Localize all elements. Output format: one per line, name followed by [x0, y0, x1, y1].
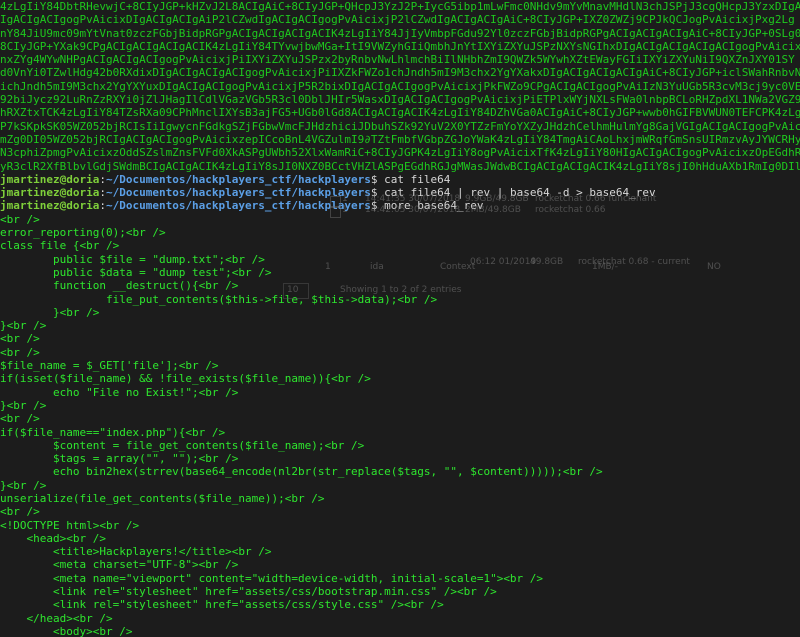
prompt-symbol: $ — [370, 186, 385, 200]
prompt-line: jmartinez@doria:~/Documentos/hackplayers… — [0, 186, 800, 199]
php-line: public $file = "dump.txt";<br /> — [0, 252, 265, 266]
php-line: error_reporting(0);<br /> — [0, 226, 166, 240]
php-line: <meta charset="UTF-8"><br /> — [0, 558, 239, 572]
php-line: }<br /> — [0, 398, 47, 412]
command-text: cat file64 | rev | base64 -d > base64_re… — [384, 186, 656, 200]
base64-line: nxZYg4WYwNHPgACIgACIgACIgogPvAicixjPiIXY… — [0, 53, 795, 67]
prompt-path: ~/Documentos/hackplayers_ctf/hackplayers — [105, 172, 371, 186]
php-line: <br /> — [0, 332, 40, 346]
base64-line: mZg0DI05WZ052bjRCIgACIgACIgogPvAicixzepI… — [0, 132, 800, 146]
base64-line: d0VnYi0TZwlHdg42b0RXdixDIgACIgACIgACIgog… — [0, 66, 800, 80]
php-line: unserialize(file_get_contents($file_name… — [0, 491, 325, 505]
prompt-user: jmartinez@doria — [0, 172, 100, 186]
php-line: if(isset($file_name) && !file_exists($fi… — [0, 372, 371, 386]
php-line: }<br /> — [0, 319, 47, 333]
prompt-line: jmartinez@doria:~/Documentos/hackplayers… — [0, 173, 800, 186]
php-line: <link rel="stylesheet" href="assets/css/… — [0, 598, 444, 612]
base64-line: 8CIyJGP+YXak9CPgACIgACIgACIgACIK4zLgIiY8… — [0, 39, 800, 53]
terminal-window[interactable]: 4zLgIiY84DbtRHevwjC+8CIyJGP+kHZvJ2L8ACIg… — [0, 0, 800, 637]
php-line: echo "File no Exist!";<br /> — [0, 385, 239, 399]
base64-line: 92biJycz92LuRnZzRXYi0jZlJHagIlCdlVGazVGb… — [0, 93, 800, 107]
php-line: public $data = "dump test";<br /> — [0, 265, 272, 279]
php-line: }<br /> — [0, 305, 100, 319]
base64-output: 4zLgIiY84DbtRHevwjC+8CIyJGP+kHZvJ2L8ACIg… — [0, 0, 800, 173]
command-text: more base64_rev — [384, 199, 484, 213]
base64-line: P7kSKpkSK05WZ052bjRCIsIiIgwycnFGdkgSZjFG… — [0, 119, 800, 133]
php-line: class file {<br /> — [0, 239, 120, 253]
php-line: }<br /> — [0, 478, 47, 492]
php-line: <br /> — [0, 412, 40, 426]
base64-line: hRXZtxTCK4zLgIiY84TZsRXa09CPhMnclIXYsB3a… — [0, 106, 800, 120]
base64-line: N3cphiZpmgPvAicixzOddSZslmZnsFVFd0XkASPg… — [0, 146, 800, 160]
command-history: jmartinez@doria:~/Documentos/hackplayers… — [0, 173, 800, 213]
php-line: $file_name = $_GET['file'];<br /> — [0, 359, 219, 373]
php-line: <link rel="stylesheet" href="assets/css/… — [0, 585, 497, 599]
php-line: $tags = array("", "");<br /> — [0, 452, 239, 466]
php-line: <title>Hackplayers!</title><br /> — [0, 545, 272, 559]
base64-line: ichJndh5mI9M3chx2YgYXYuxDIgACIgACIgogPvA… — [0, 79, 800, 93]
base64-line: yR3clR2XfBlbvlGdjSWdmBCIgACIgACIK4zLgIiY… — [0, 159, 800, 173]
base64-line: IgACIgACIgogPvAicixDIgACIgACIgAiP2lCZwdI… — [0, 13, 795, 27]
prompt-user: jmartinez@doria — [0, 186, 100, 200]
php-line: <br /> — [0, 212, 40, 226]
php-line: <body><br /> — [0, 624, 133, 637]
php-line: <br /> — [0, 505, 40, 519]
php-line: <head><br /> — [0, 531, 106, 545]
prompt-line: jmartinez@doria:~/Documentos/hackplayers… — [0, 199, 800, 212]
php-line: <!DOCTYPE html><br /> — [0, 518, 140, 532]
php-line: function __destruct(){<br /> — [0, 279, 239, 293]
php-line: </head><br /> — [0, 611, 113, 625]
prompt-symbol: $ — [370, 199, 385, 213]
php-line: $content = file_get_contents($file_name)… — [0, 438, 365, 452]
prompt-separator: : — [99, 199, 106, 213]
php-line: if($file_name=="index.php"){<br /> — [0, 425, 226, 439]
prompt-symbol: $ — [370, 172, 385, 186]
prompt-path: ~/Documentos/hackplayers_ctf/hackplayers — [105, 186, 371, 200]
php-line: <meta name="viewport" content="width=dev… — [0, 571, 544, 585]
prompt-path: ~/Documentos/hackplayers_ctf/hackplayers — [105, 199, 371, 213]
prompt-separator: : — [99, 172, 106, 186]
prompt-user: jmartinez@doria — [0, 199, 100, 213]
prompt-separator: : — [99, 186, 106, 200]
base64-line: nY84JiU9mc09mYtVnat0zczFGbjBidpRGPgACIgA… — [0, 26, 800, 40]
command-text: cat file64 — [384, 172, 451, 186]
php-source-output: <br /> error_reporting(0);<br /> class fil… — [0, 213, 800, 637]
base64-line: 4zLgIiY84DbtRHevwjC+8CIyJGP+kHZvJ2L8ACIg… — [0, 0, 800, 13]
php-line: file_put_contents($this->file, $this->da… — [0, 292, 438, 306]
php-line: echo bin2hex(strrev(base64_encode(nl2br(… — [0, 465, 603, 479]
php-line: <br /> — [0, 345, 40, 359]
